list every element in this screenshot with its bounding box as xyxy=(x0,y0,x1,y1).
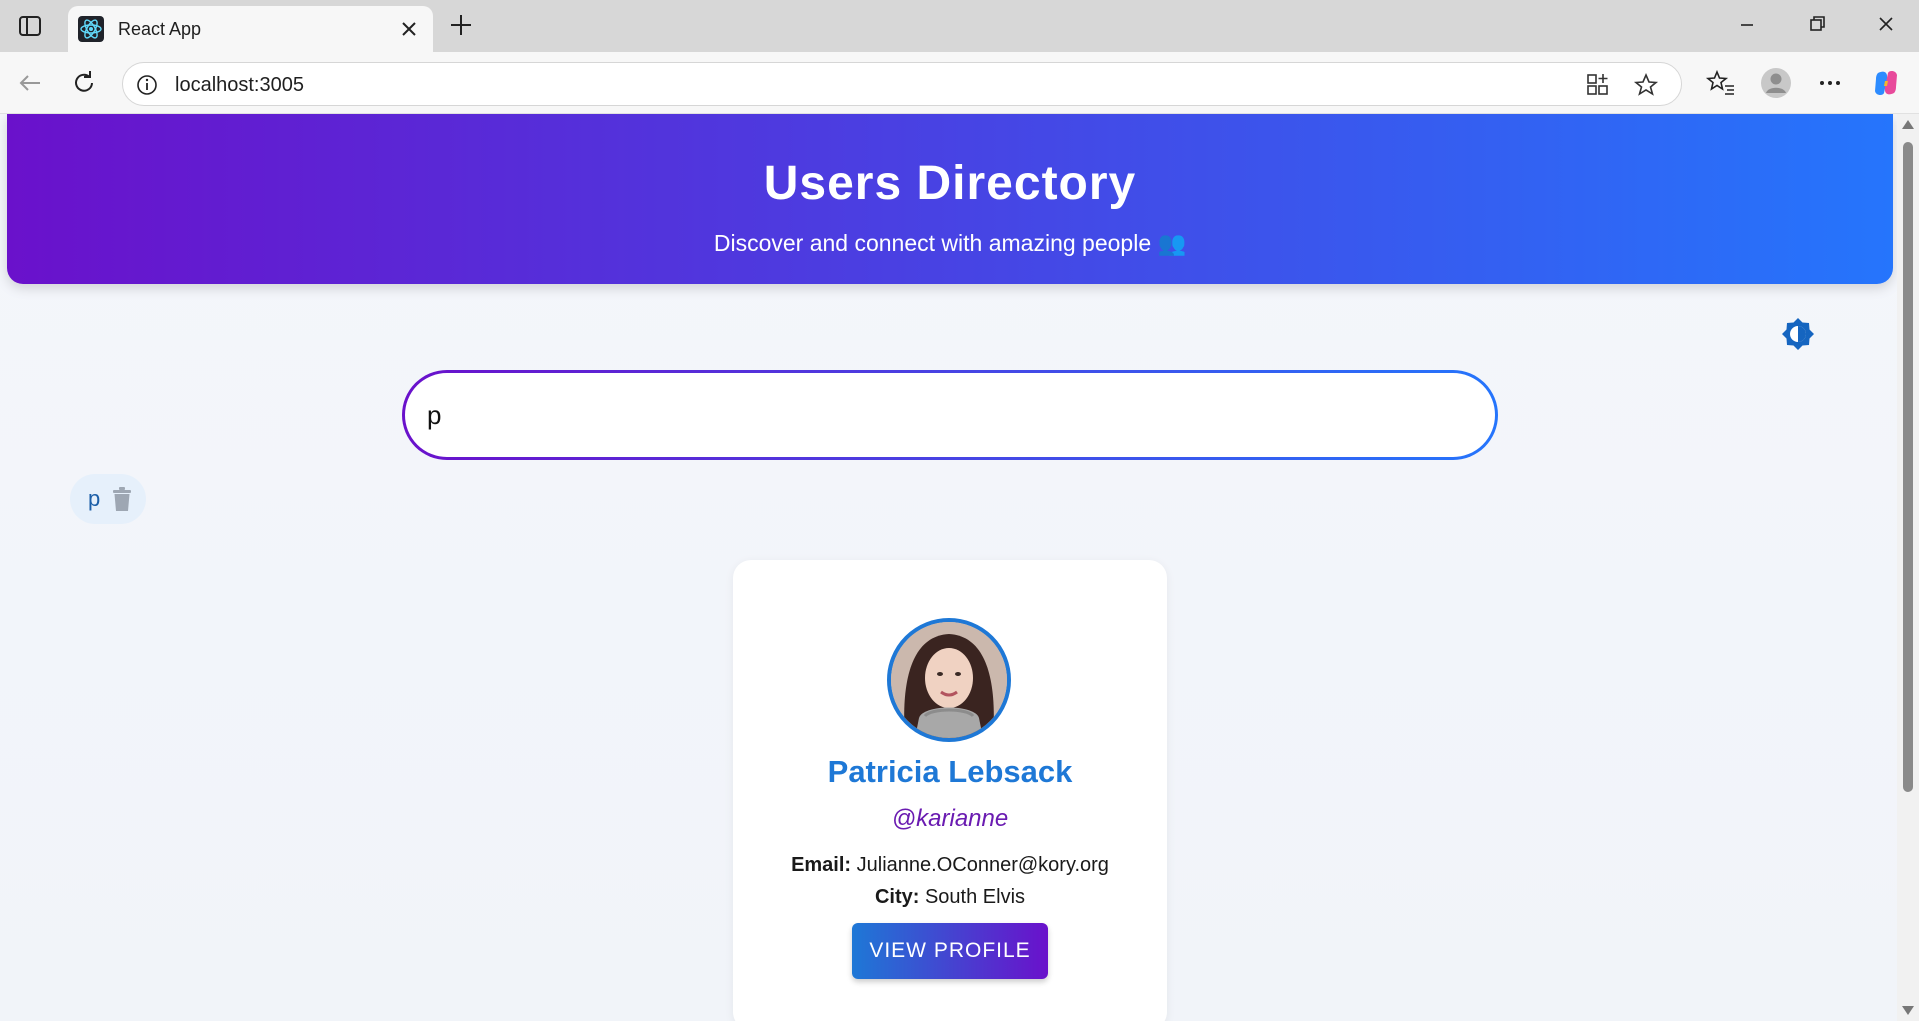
email-label: Email: xyxy=(791,854,852,876)
more-icon[interactable] xyxy=(1814,67,1846,99)
scrollbar-thumb[interactable] xyxy=(1903,142,1913,792)
address-bar[interactable]: localhost:3005 xyxy=(122,62,1682,106)
info-icon[interactable] xyxy=(135,73,159,97)
page-title: Users Directory xyxy=(763,157,1137,210)
page-header: Users Directory Discover and connect wit… xyxy=(7,114,1893,284)
react-favicon xyxy=(78,16,104,42)
profile-avatar-icon[interactable] xyxy=(1760,67,1792,99)
window-close-icon[interactable] xyxy=(1866,10,1906,40)
browser-toolbar: localhost:3005 xyxy=(0,52,1919,114)
user-username: @karianne xyxy=(891,805,1009,832)
theme-toggle-icon[interactable] xyxy=(1780,316,1816,352)
favorites-icon[interactable] xyxy=(1705,67,1737,99)
user-city-row: City: South Elvis xyxy=(733,886,1167,909)
search-box xyxy=(402,370,1498,460)
scroll-down-arrow-icon[interactable] xyxy=(1902,1006,1914,1015)
scroll-up-arrow-icon[interactable] xyxy=(1902,120,1914,129)
url-text[interactable]: localhost:3005 xyxy=(175,74,304,97)
page-viewport: Users Directory Discover and connect wit… xyxy=(0,114,1919,1021)
city-label: City: xyxy=(874,886,920,908)
search-input[interactable] xyxy=(427,399,1493,431)
restore-icon[interactable] xyxy=(1797,10,1837,40)
user-email: Julianne.OConner@kory.org xyxy=(856,854,1109,876)
new-tab-icon[interactable] xyxy=(446,10,476,40)
back-icon[interactable] xyxy=(14,67,46,99)
user-card: Patricia Lebsack @karianne Email: Julian… xyxy=(733,560,1167,1021)
app-available-icon[interactable] xyxy=(1585,72,1611,98)
browser-tab-active[interactable]: React App xyxy=(68,6,433,52)
user-email-row: Email: Julianne.OConner@kory.org xyxy=(733,854,1167,877)
minimize-icon[interactable] xyxy=(1727,10,1767,40)
favorite-star-icon[interactable] xyxy=(1633,72,1659,98)
view-profile-button[interactable]: VIEW PROFILE xyxy=(852,923,1048,979)
trash-icon[interactable] xyxy=(110,486,134,512)
page-subtitle: Discover and connect with amazing people… xyxy=(713,230,1187,256)
search-field-container[interactable] xyxy=(405,373,1495,457)
recent-search-label[interactable]: p xyxy=(88,486,100,512)
browser-tab-strip: React App xyxy=(0,0,1919,52)
avatar xyxy=(887,618,1011,742)
refresh-icon[interactable] xyxy=(68,67,100,99)
avatar-photo xyxy=(891,622,1007,738)
user-city: South Elvis xyxy=(924,886,1026,908)
sidebar-icon[interactable] xyxy=(16,12,44,40)
recent-search-chip[interactable]: p xyxy=(70,474,147,524)
tab-title: React App xyxy=(118,19,202,39)
user-name: Patricia Lebsack xyxy=(827,754,1073,789)
page-scrollbar[interactable] xyxy=(1897,114,1919,1021)
close-icon[interactable] xyxy=(397,17,421,41)
copilot-icon[interactable] xyxy=(1870,67,1902,99)
